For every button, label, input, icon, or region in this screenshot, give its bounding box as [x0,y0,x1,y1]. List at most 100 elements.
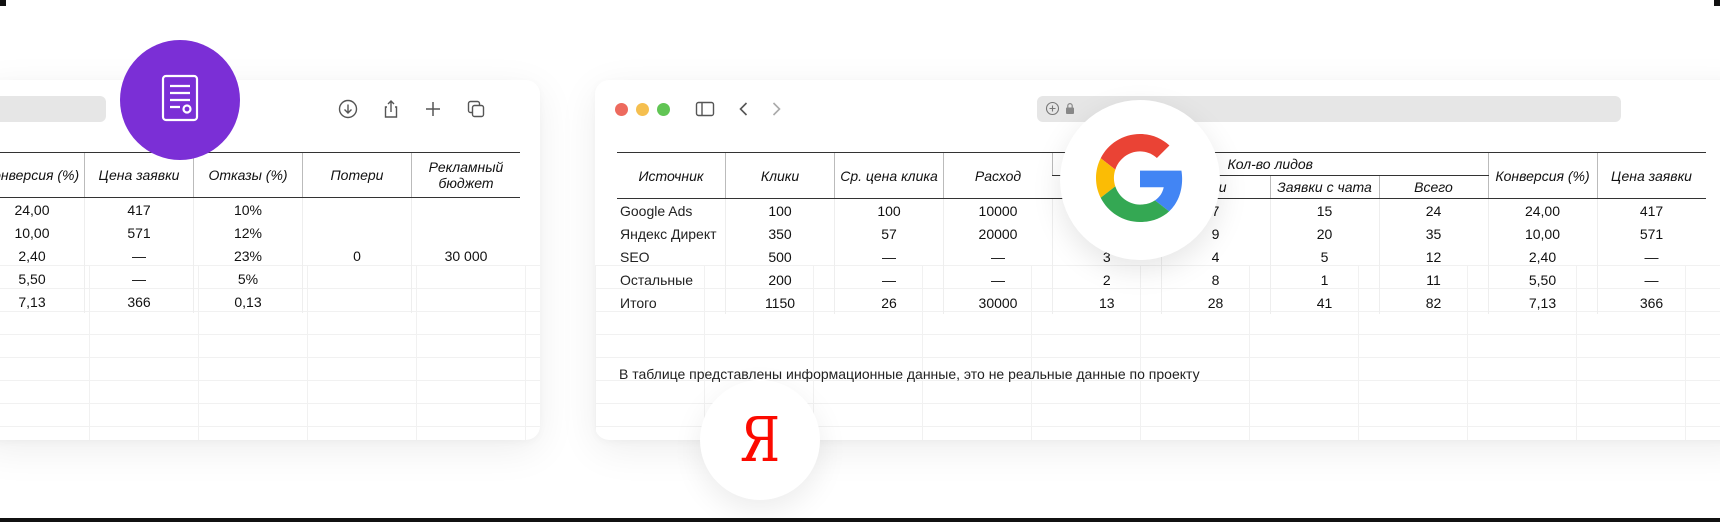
table-cell: 100 [834,198,944,222]
plus-icon[interactable] [420,96,446,122]
table-cell: 2,40 [1487,245,1597,268]
yandex-logo: Я [739,403,781,476]
col-clicks-header: Клики [725,152,835,199]
table-cell: 20 [1269,222,1379,245]
table-cell: 12% [193,221,303,244]
table-cell: 8 [1160,268,1270,291]
table-cell: 5 [1269,245,1379,268]
table-cell: 5,50 [1487,268,1597,291]
table-cell: Остальные [620,271,693,288]
table-cell: SEO [620,248,650,265]
col-ad-budget-header: Рекламный бюджет [411,152,520,198]
table-row: 24,00 417 10% 0 30 000 [0,197,520,313]
google-badge [1060,100,1220,260]
minimize-button[interactable] [636,103,649,116]
frame-corner [0,0,6,6]
table-cell: 28 [1160,291,1270,314]
google-logo-icon [1096,133,1184,227]
download-icon[interactable] [335,96,361,122]
table-cell: — [943,245,1053,268]
table-cell: 0,13 [193,290,303,313]
table-cell: 200 [725,268,835,291]
col-source-header: Источник [617,152,726,199]
table-cell: 24,00 [14,201,50,218]
table-cell: 417 [84,197,194,221]
frame-corner [1714,0,1720,6]
maximize-button[interactable] [657,103,670,116]
sidebar-toggle-icon[interactable] [692,96,718,122]
col-lead-price-header: Цена заявки [1596,152,1706,199]
table-cell: 7,13 [18,293,46,310]
col-total-leads-header: Всего [1378,175,1488,199]
frame-bottom-line [0,518,1720,522]
table-row-total: Итого 1150 26 30000 13 28 41 82 7,13 366 [617,291,1706,314]
col-conversion-header: Конверсия (%) [1487,152,1597,199]
back-icon[interactable] [731,96,757,122]
table-cell: 366 [1596,291,1706,314]
lock-icon [1065,102,1075,120]
left-browser-window: Конверсия (%) Цена заявки Отказы (%) Пот… [0,80,540,440]
address-bar[interactable] [0,96,106,122]
table-cell: — [943,268,1053,291]
table-cell: — [84,267,194,290]
table-cell: 7,13 [1487,291,1597,314]
table-cell: 30000 [943,291,1053,314]
table-cell: 2,40 [18,247,46,264]
document-icon [160,73,200,128]
table-cell: — [1596,245,1706,268]
table-cell: 26 [834,291,944,314]
table-cell: 20000 [943,222,1053,245]
table-cell: 11 [1378,268,1488,291]
disclaimer-note: В таблице представлены информационные да… [619,366,1200,382]
table-cell: 500 [725,245,835,268]
col-chat-leads-header: Заявки с чата [1269,175,1379,199]
forward-icon[interactable] [763,96,789,122]
col-spend-header: Расход [943,152,1053,199]
table-cell: — [834,268,944,291]
table-cell: 2 [1052,268,1161,291]
window-controls [615,103,670,116]
col-losses-header: Потери [302,152,412,198]
table-cell: 13 [1052,291,1161,314]
col-avg-click-price-header: Ср. цена клика [834,152,944,199]
table-cell: — [1596,268,1706,291]
table-cell: 5% [193,267,303,290]
table-row: Остальные 200 — — 2 8 1 11 5,50 — [617,268,1706,291]
col-conversion-header: Конверсия (%) [0,152,85,198]
table-cell: 417 [1596,198,1706,222]
table-cell: Итого [620,294,657,311]
document-badge [120,40,240,160]
tabs-icon[interactable] [463,96,489,122]
left-data-table: Конверсия (%) Цена заявки Отказы (%) Пот… [0,152,520,313]
table-cell: 12 [1378,245,1488,268]
table-cell: Google Ads [620,202,693,219]
table-cell: 23% [193,244,303,267]
losses-cell: 0 [302,197,412,313]
table-cell: 571 [84,221,194,244]
table-cell: 10,00 [14,224,50,241]
site-settings-icon[interactable] [1045,101,1060,121]
table-cell: 15 [1269,198,1379,222]
table-cell: 41 [1269,291,1379,314]
table-cell: 571 [1596,222,1706,245]
table-cell: — [834,245,944,268]
table-cell: 35 [1378,222,1488,245]
yandex-badge: Я [700,380,820,500]
close-button[interactable] [615,103,628,116]
table-cell: 1150 [725,291,835,314]
table-cell: 10000 [943,198,1053,222]
table-cell: 82 [1378,291,1488,314]
table-cell: 100 [725,198,835,222]
table-cell: 350 [725,222,835,245]
table-cell: 24,00 [1487,198,1597,222]
share-icon[interactable] [378,96,404,122]
col-bounces-header: Отказы (%) [193,152,303,198]
table-cell: 10,00 [1487,222,1597,245]
table-cell: 1 [1269,268,1379,291]
table-cell: 24 [1378,198,1488,222]
table-cell: 5,50 [18,270,46,287]
table-cell: Яндекс Директ [620,225,717,242]
table-cell: 366 [84,290,194,313]
table-cell: 10% [193,197,303,221]
table-cell: — [84,244,194,267]
